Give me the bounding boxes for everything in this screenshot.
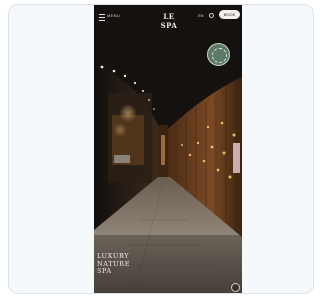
menu-label[interactable]: MENU: [107, 13, 120, 18]
language-switch[interactable]: EN: [198, 13, 204, 18]
site-header: MENU LE SPA EN BOOK: [94, 5, 242, 30]
leaf-badge-icon: [207, 43, 230, 66]
headline-line: SPA: [97, 267, 112, 275]
badge-ring: [212, 48, 227, 63]
menu-icon[interactable]: [99, 14, 105, 21]
brand-logo[interactable]: LE SPA: [154, 12, 184, 30]
book-button[interactable]: BOOK: [219, 10, 240, 19]
slide-indicators: [98, 286, 114, 293]
hero-headline: LUXURY NATURE SPA: [97, 252, 157, 276]
mobile-site-preview: MENU LE SPA EN BOOK LUXURY NATURE SPA: [94, 5, 242, 293]
search-icon[interactable]: [209, 13, 214, 18]
preview-card: MENU LE SPA EN BOOK LUXURY NATURE SPA: [8, 4, 314, 294]
arrow-down-icon[interactable]: [231, 283, 240, 292]
